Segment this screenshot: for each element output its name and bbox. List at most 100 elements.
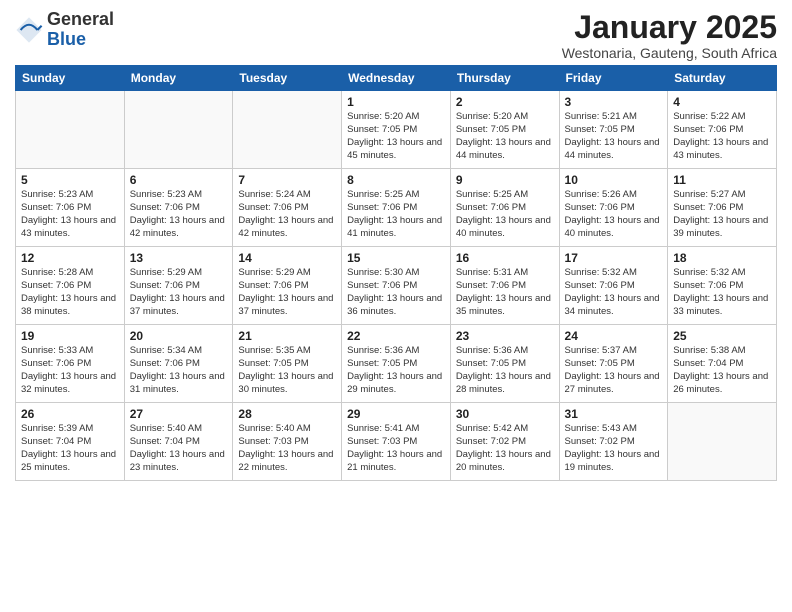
cell-info: Sunrise: 5:41 AM Sunset: 7:03 PM Dayligh… [347, 423, 445, 474]
cell-info: Sunrise: 5:26 AM Sunset: 7:06 PM Dayligh… [565, 189, 663, 240]
cell-info: Sunrise: 5:36 AM Sunset: 7:05 PM Dayligh… [456, 345, 554, 396]
day-number: 3 [565, 95, 663, 109]
day-number: 27 [130, 407, 228, 421]
month-title: January 2025 [562, 10, 777, 45]
cell-info: Sunrise: 5:33 AM Sunset: 7:06 PM Dayligh… [21, 345, 119, 396]
cell-info: Sunrise: 5:23 AM Sunset: 7:06 PM Dayligh… [21, 189, 119, 240]
cell-info: Sunrise: 5:43 AM Sunset: 7:02 PM Dayligh… [565, 423, 663, 474]
calendar-cell: 31Sunrise: 5:43 AM Sunset: 7:02 PM Dayli… [559, 403, 668, 481]
calendar-cell: 15 Sunrise: 5:30 AM Sunset: 7:06 PM Dayli… [342, 247, 451, 325]
cell-info: Sunrise: 5:40 AM Sunset: 7:03 PM Dayligh… [238, 423, 336, 474]
day-number: 16 [456, 251, 554, 265]
logo-blue: Blue [47, 29, 86, 49]
calendar-cell: 10Sunrise: 5:26 AM Sunset: 7:06 PM Dayli… [559, 169, 668, 247]
day-number: 4 [673, 95, 771, 109]
calendar-cell: 17 Sunrise: 5:32 AM Sunset: 7:06 PM Dayli… [559, 247, 668, 325]
day-header-saturday: Saturday [668, 66, 777, 91]
calendar-table: SundayMondayTuesdayWednesdayThursdayFrid… [15, 65, 777, 481]
cell-info: Sunrise: 5:35 AM Sunset: 7:05 PM Dayligh… [238, 345, 336, 396]
day-number: 9 [456, 173, 554, 187]
day-number: 15 [347, 251, 445, 265]
calendar-cell: 24Sunrise: 5:37 AM Sunset: 7:05 PM Dayli… [559, 325, 668, 403]
day-number: 24 [565, 329, 663, 343]
day-number: 18 [673, 251, 771, 265]
day-number: 5 [21, 173, 119, 187]
calendar-cell: 22Sunrise: 5:36 AM Sunset: 7:05 PM Dayli… [342, 325, 451, 403]
cell-info: Sunrise: 5:24 AM Sunset: 7:06 PM Dayligh… [238, 189, 336, 240]
calendar-cell [16, 91, 125, 169]
calendar-cell: 3Sunrise: 5:21 AM Sunset: 7:05 PM Daylig… [559, 91, 668, 169]
calendar-cell: 29 Sunrise: 5:41 AM Sunset: 7:03 PM Dayli… [342, 403, 451, 481]
title-block: January 2025 Westonaria, Gauteng, South … [562, 10, 777, 61]
cell-info: Sunrise: 5:32 AM Sunset: 7:06 PM Dayligh… [565, 267, 663, 318]
cell-info: Sunrise: 5:40 AM Sunset: 7:04 PM Dayligh… [130, 423, 228, 474]
calendar-cell: 25 Sunrise: 5:38 AM Sunset: 7:04 PM Dayli… [668, 325, 777, 403]
day-header-thursday: Thursday [450, 66, 559, 91]
cell-info: Sunrise: 5:34 AM Sunset: 7:06 PM Dayligh… [130, 345, 228, 396]
cell-info: Sunrise: 5:29 AM Sunset: 7:06 PM Dayligh… [130, 267, 228, 318]
calendar-cell: 20 Sunrise: 5:34 AM Sunset: 7:06 PM Dayli… [124, 325, 233, 403]
logo-icon [15, 16, 43, 44]
day-number: 28 [238, 407, 336, 421]
day-number: 7 [238, 173, 336, 187]
calendar-week-row: 12 Sunrise: 5:28 AM Sunset: 7:06 PM Dayli… [16, 247, 777, 325]
cell-info: Sunrise: 5:23 AM Sunset: 7:06 PM Dayligh… [130, 189, 228, 240]
calendar-week-row: 5 Sunrise: 5:23 AM Sunset: 7:06 PM Daylig… [16, 169, 777, 247]
cell-info: Sunrise: 5:39 AM Sunset: 7:04 PM Dayligh… [21, 423, 119, 474]
day-number: 1 [347, 95, 445, 109]
calendar-cell: 19Sunrise: 5:33 AM Sunset: 7:06 PM Dayli… [16, 325, 125, 403]
calendar-cell: 9 Sunrise: 5:25 AM Sunset: 7:06 PM Daylig… [450, 169, 559, 247]
calendar-cell: 18 Sunrise: 5:32 AM Sunset: 7:06 PM Dayli… [668, 247, 777, 325]
day-number: 21 [238, 329, 336, 343]
calendar-cell: 30 Sunrise: 5:42 AM Sunset: 7:02 PM Dayli… [450, 403, 559, 481]
cell-info: Sunrise: 5:36 AM Sunset: 7:05 PM Dayligh… [347, 345, 445, 396]
location-title: Westonaria, Gauteng, South Africa [562, 45, 777, 61]
calendar-cell [124, 91, 233, 169]
day-number: 2 [456, 95, 554, 109]
calendar-cell: 5 Sunrise: 5:23 AM Sunset: 7:06 PM Daylig… [16, 169, 125, 247]
cell-info: Sunrise: 5:31 AM Sunset: 7:06 PM Dayligh… [456, 267, 554, 318]
logo-text: General Blue [47, 10, 114, 50]
day-number: 14 [238, 251, 336, 265]
cell-info: Sunrise: 5:25 AM Sunset: 7:06 PM Dayligh… [456, 189, 554, 240]
calendar-week-row: 19Sunrise: 5:33 AM Sunset: 7:06 PM Dayli… [16, 325, 777, 403]
day-header-tuesday: Tuesday [233, 66, 342, 91]
header: General Blue January 2025 Westonaria, Ga… [15, 10, 777, 61]
day-number: 13 [130, 251, 228, 265]
day-header-friday: Friday [559, 66, 668, 91]
day-number: 17 [565, 251, 663, 265]
day-number: 11 [673, 173, 771, 187]
cell-info: Sunrise: 5:20 AM Sunset: 7:05 PM Dayligh… [456, 111, 554, 162]
calendar-week-row: 1 Sunrise: 5:20 AM Sunset: 7:05 PM Daylig… [16, 91, 777, 169]
calendar-cell [668, 403, 777, 481]
calendar-cell: 16 Sunrise: 5:31 AM Sunset: 7:06 PM Dayli… [450, 247, 559, 325]
day-number: 25 [673, 329, 771, 343]
calendar-cell: 26 Sunrise: 5:39 AM Sunset: 7:04 PM Dayli… [16, 403, 125, 481]
day-number: 23 [456, 329, 554, 343]
calendar-cell: 27 Sunrise: 5:40 AM Sunset: 7:04 PM Dayli… [124, 403, 233, 481]
cell-info: Sunrise: 5:20 AM Sunset: 7:05 PM Dayligh… [347, 111, 445, 162]
day-number: 30 [456, 407, 554, 421]
calendar-cell: 6 Sunrise: 5:23 AM Sunset: 7:06 PM Daylig… [124, 169, 233, 247]
calendar-cell: 1 Sunrise: 5:20 AM Sunset: 7:05 PM Daylig… [342, 91, 451, 169]
cell-info: Sunrise: 5:27 AM Sunset: 7:06 PM Dayligh… [673, 189, 771, 240]
calendar-cell: 2 Sunrise: 5:20 AM Sunset: 7:05 PM Daylig… [450, 91, 559, 169]
calendar-header-row: SundayMondayTuesdayWednesdayThursdayFrid… [16, 66, 777, 91]
calendar-week-row: 26 Sunrise: 5:39 AM Sunset: 7:04 PM Dayli… [16, 403, 777, 481]
day-number: 29 [347, 407, 445, 421]
calendar-cell: 8Sunrise: 5:25 AM Sunset: 7:06 PM Daylig… [342, 169, 451, 247]
cell-info: Sunrise: 5:42 AM Sunset: 7:02 PM Dayligh… [456, 423, 554, 474]
calendar-cell: 7 Sunrise: 5:24 AM Sunset: 7:06 PM Daylig… [233, 169, 342, 247]
cell-info: Sunrise: 5:30 AM Sunset: 7:06 PM Dayligh… [347, 267, 445, 318]
logo-general: General [47, 9, 114, 29]
calendar-cell: 12 Sunrise: 5:28 AM Sunset: 7:06 PM Dayli… [16, 247, 125, 325]
day-number: 12 [21, 251, 119, 265]
cell-info: Sunrise: 5:28 AM Sunset: 7:06 PM Dayligh… [21, 267, 119, 318]
cell-info: Sunrise: 5:38 AM Sunset: 7:04 PM Dayligh… [673, 345, 771, 396]
day-number: 20 [130, 329, 228, 343]
day-number: 26 [21, 407, 119, 421]
cell-info: Sunrise: 5:32 AM Sunset: 7:06 PM Dayligh… [673, 267, 771, 318]
calendar-cell: 11 Sunrise: 5:27 AM Sunset: 7:06 PM Dayli… [668, 169, 777, 247]
cell-info: Sunrise: 5:29 AM Sunset: 7:06 PM Dayligh… [238, 267, 336, 318]
day-number: 6 [130, 173, 228, 187]
